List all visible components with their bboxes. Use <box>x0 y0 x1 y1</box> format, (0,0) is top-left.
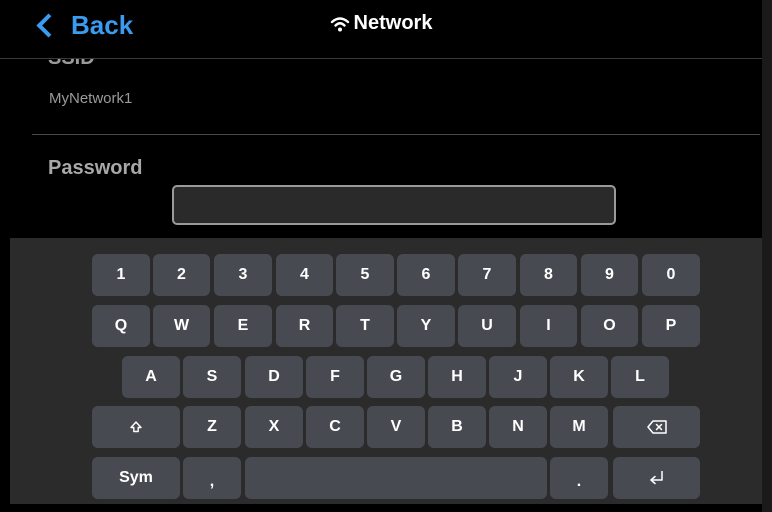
on-screen-keyboard: 1 2 3 4 5 6 7 8 9 0 Q W E R T Y U I O P … <box>10 238 762 504</box>
key-p[interactable]: P <box>642 305 700 347</box>
key-d[interactable]: D <box>245 356 303 398</box>
ssid-label: SSID <box>48 59 95 70</box>
key-c[interactable]: C <box>306 406 364 448</box>
key-k[interactable]: K <box>550 356 608 398</box>
key-o[interactable]: O <box>581 305 638 347</box>
key-n[interactable]: N <box>489 406 547 448</box>
comma-key[interactable]: , <box>183 457 241 499</box>
key-a[interactable]: A <box>122 356 180 398</box>
backspace-icon <box>646 420 667 434</box>
page-title: Network <box>0 12 762 35</box>
key-8[interactable]: 8 <box>520 254 577 296</box>
key-7[interactable]: 7 <box>458 254 516 296</box>
shift-key[interactable] <box>92 406 180 448</box>
key-s[interactable]: S <box>183 356 241 398</box>
key-u[interactable]: U <box>458 305 516 347</box>
shift-icon <box>130 421 142 433</box>
key-z[interactable]: Z <box>183 406 241 448</box>
key-1[interactable]: 1 <box>92 254 150 296</box>
key-6[interactable]: 6 <box>397 254 455 296</box>
key-2[interactable]: 2 <box>153 254 210 296</box>
key-v[interactable]: V <box>367 406 425 448</box>
key-m[interactable]: M <box>550 406 608 448</box>
key-l[interactable]: L <box>611 356 669 398</box>
key-9[interactable]: 9 <box>581 254 638 296</box>
password-input[interactable] <box>172 185 616 225</box>
key-q[interactable]: Q <box>92 305 150 347</box>
key-g[interactable]: G <box>367 356 425 398</box>
backspace-key[interactable] <box>613 406 700 448</box>
key-f[interactable]: F <box>306 356 364 398</box>
key-y[interactable]: Y <box>397 305 455 347</box>
network-settings-screen: Back Network SSID MyNetwork1 Password 1 … <box>0 0 772 512</box>
key-j[interactable]: J <box>489 356 547 398</box>
key-b[interactable]: B <box>428 406 486 448</box>
sym-key[interactable]: Sym <box>92 457 180 499</box>
space-key[interactable] <box>245 457 547 499</box>
key-t[interactable]: T <box>336 305 394 347</box>
key-3[interactable]: 3 <box>214 254 272 296</box>
key-w[interactable]: W <box>153 305 210 347</box>
enter-key[interactable] <box>613 457 700 499</box>
right-edge <box>762 0 772 512</box>
settings-form: SSID MyNetwork1 Password <box>0 59 762 238</box>
ssid-value[interactable]: MyNetwork1 <box>49 90 132 107</box>
key-0[interactable]: 0 <box>642 254 700 296</box>
key-h[interactable]: H <box>428 356 486 398</box>
password-label: Password <box>48 157 143 179</box>
top-bar: Back Network <box>0 0 762 59</box>
wifi-icon <box>330 16 349 31</box>
key-x[interactable]: X <box>245 406 303 448</box>
enter-icon <box>649 471 663 485</box>
key-4[interactable]: 4 <box>276 254 333 296</box>
key-r[interactable]: R <box>276 305 333 347</box>
divider <box>32 134 760 135</box>
key-5[interactable]: 5 <box>336 254 394 296</box>
period-key[interactable]: . <box>550 457 608 499</box>
key-i[interactable]: I <box>520 305 577 347</box>
page-title-text: Network <box>353 12 433 34</box>
key-e[interactable]: E <box>214 305 272 347</box>
